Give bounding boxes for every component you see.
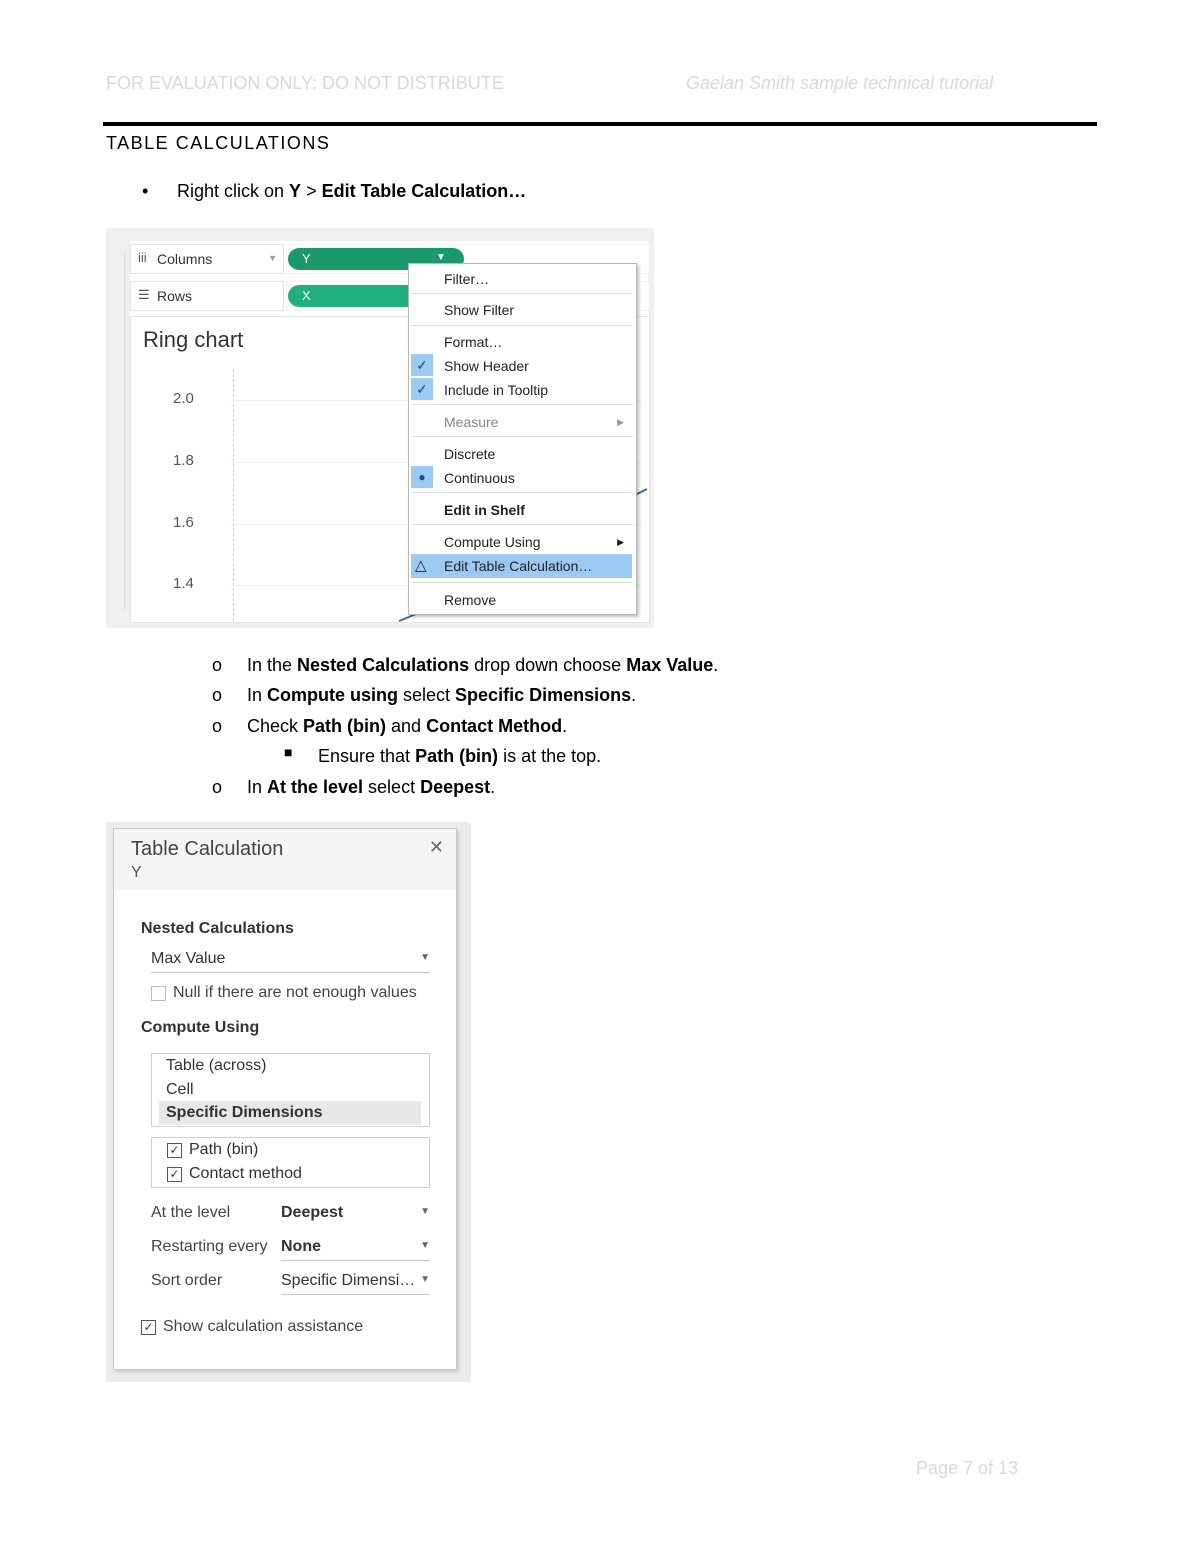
menu-separator [411, 436, 633, 437]
circle-bullet-icon: o [212, 685, 223, 705]
sort-order-dropdown[interactable]: Specific Dimensi… ▼ [281, 1272, 430, 1295]
menu-item-discrete[interactable]: Discrete [444, 446, 495, 462]
menu-separator [411, 293, 633, 294]
y-tick: 1.6 [173, 514, 194, 531]
option-table-across[interactable]: Table (across) [166, 1057, 266, 1075]
rows-shelf[interactable]: ☰ Rows [130, 281, 284, 311]
rows-icon: ☰ [138, 287, 150, 302]
menu-separator [411, 524, 633, 525]
menu-item-measure[interactable]: Measure [444, 414, 498, 430]
menu-separator [411, 582, 633, 583]
dialog-subtitle: Y [131, 864, 142, 881]
header-rule [103, 122, 1097, 126]
page-number: Page 7 of 13 [916, 1458, 1019, 1478]
restarting-every-dropdown[interactable]: None ▼ [281, 1238, 430, 1261]
radio-dot-icon: ● [411, 466, 433, 488]
y-tick: 1.8 [173, 452, 194, 469]
menu-item-edit-table-calculation[interactable]: Edit Table Calculation… [444, 558, 592, 574]
dimensions-list: ✓ Path (bin) ✓ Contact method [151, 1137, 430, 1188]
menu-separator [411, 325, 633, 326]
caret-down-icon: ▼ [420, 1240, 430, 1251]
compute-using-label: Compute Using [141, 1019, 260, 1036]
contact-method-checkbox[interactable]: ✓ [167, 1167, 182, 1182]
contact-method-label: Contact method [189, 1165, 302, 1182]
substep-3: Check Path (bin) and Contact Method. [247, 716, 568, 736]
substep-1: In the Nested Calculations drop down cho… [247, 655, 719, 675]
close-icon[interactable]: ✕ [429, 837, 444, 858]
menu-item-filter[interactable]: Filter… [444, 271, 489, 287]
path-bin-label: Path (bin) [189, 1141, 259, 1158]
null-checkbox[interactable] [151, 986, 166, 1001]
rows-pill-x[interactable]: X [288, 285, 418, 307]
at-the-level-dropdown[interactable]: Deepest ▼ [281, 1204, 430, 1227]
context-menu: Filter… Show Filter Format… ✓ Show Heade… [408, 263, 637, 615]
menu-item-continuous[interactable]: Continuous [444, 470, 515, 486]
dropdown-arrow-icon: ▼ [268, 253, 277, 263]
check-icon: ✓ [411, 354, 433, 376]
menu-item-show-header[interactable]: Show Header [444, 358, 529, 374]
delta-icon: △ [415, 557, 427, 574]
show-assistance-label: Show calculation assistance [163, 1318, 364, 1335]
menu-item-remove[interactable]: Remove [444, 592, 496, 608]
caret-down-icon: ▼ [420, 1206, 430, 1217]
menu-separator [411, 404, 633, 405]
check-icon: ✓ [411, 378, 433, 400]
bullet-icon: • [142, 181, 149, 201]
circle-bullet-icon: o [212, 655, 223, 675]
square-bullet-icon: ■ [284, 744, 293, 760]
substep-4: In At the level select Deepest. [247, 777, 496, 797]
dialog-header: Table Calculation Y ✕ [114, 829, 456, 890]
at-the-level-label: At the level [151, 1204, 231, 1221]
show-assistance-checkbox[interactable]: ✓ [141, 1320, 156, 1335]
compute-using-list[interactable]: Table (across) Cell Specific Dimensions [151, 1053, 430, 1127]
circle-bullet-icon: o [212, 716, 223, 736]
menu-item-include-tooltip[interactable]: Include in Tooltip [444, 382, 548, 398]
chart-title: Ring chart [143, 327, 244, 352]
nested-calculations-dropdown[interactable]: Max Value ▼ [151, 950, 430, 973]
option-specific-dimensions[interactable]: Specific Dimensions [166, 1104, 323, 1122]
nested-calculations-label: Nested Calculations [141, 920, 294, 937]
header-left: FOR EVALUATION ONLY: DO NOT DISTRIBUTE [106, 73, 504, 93]
screenshot-table-calculation: Table Calculation Y ✕ Nested Calculation… [106, 822, 471, 1382]
menu-item-format[interactable]: Format… [444, 334, 502, 350]
header-right: Gaelan Smith sample technical tutorial [686, 73, 994, 93]
zero-line [233, 369, 234, 621]
menu-item-show-filter[interactable]: Show Filter [444, 302, 514, 318]
circle-bullet-icon: o [212, 777, 223, 797]
substep-3a: Ensure that Path (bin) is at the top. [318, 746, 602, 766]
side-panel-edge [114, 251, 125, 611]
dialog-title: Table Calculation [131, 838, 284, 860]
restarting-every-label: Restarting every [151, 1238, 268, 1255]
table-calculation-dialog: Table Calculation Y ✕ Nested Calculation… [113, 828, 457, 1370]
path-bin-checkbox[interactable]: ✓ [167, 1143, 182, 1158]
menu-separator [411, 492, 633, 493]
menu-item-edit-in-shelf[interactable]: Edit in Shelf [444, 502, 525, 518]
columns-icon: iii [138, 250, 147, 265]
submenu-arrow-icon: ▶ [617, 417, 624, 427]
caret-down-icon: ▼ [420, 1274, 430, 1285]
columns-shelf[interactable]: iii Columns ▼ [130, 244, 284, 274]
option-cell[interactable]: Cell [166, 1081, 194, 1099]
y-tick: 2.0 [173, 390, 194, 407]
y-tick: 1.4 [173, 575, 194, 592]
menu-item-compute-using[interactable]: Compute Using [444, 534, 541, 550]
sort-order-label: Sort order [151, 1272, 223, 1289]
section-title: TABLE CALCULATIONS [106, 133, 331, 153]
caret-down-icon: ▼ [420, 952, 430, 963]
null-checkbox-label: Null if there are not enough values [173, 984, 417, 1001]
step-1: Right click on Y > Edit Table Calculatio… [177, 181, 527, 201]
substep-2: In Compute using select Specific Dimensi… [247, 685, 637, 705]
pill-dropdown-icon: ▼ [436, 252, 446, 263]
submenu-arrow-icon: ▶ [617, 537, 624, 547]
